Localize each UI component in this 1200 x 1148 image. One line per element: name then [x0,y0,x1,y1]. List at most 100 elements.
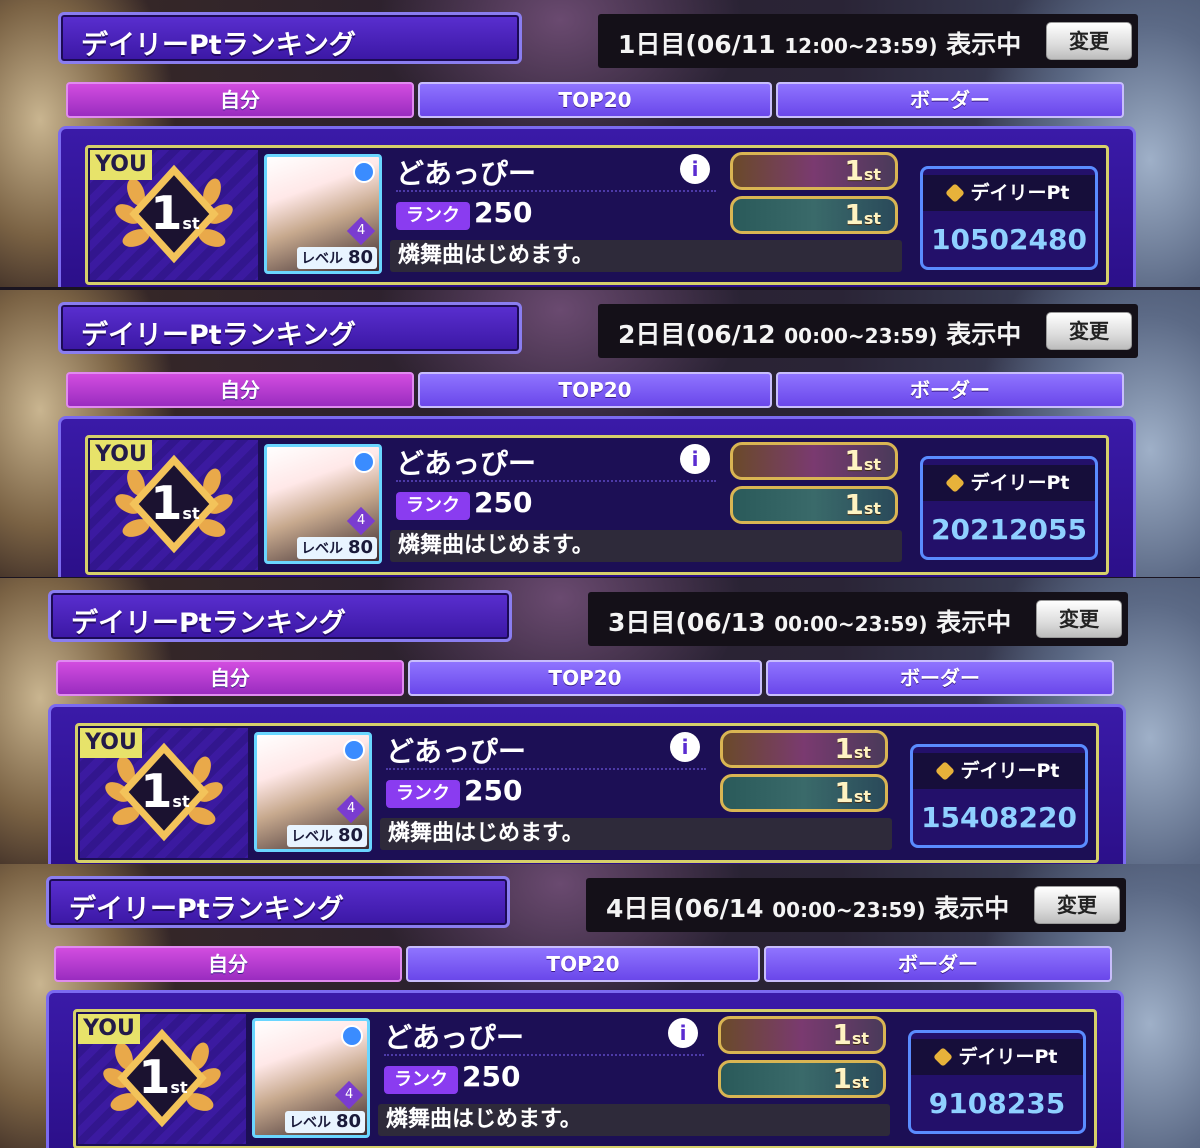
player-comment: 燐舞曲はじめます。 [390,240,902,272]
tab-top20[interactable]: TOP20 [418,372,772,408]
player-avatar[interactable]: 4 レベル 80 [264,154,382,274]
daily-pt-value: 9108235 [928,1087,1066,1120]
coin-icon [935,761,956,781]
star-rank-icon: 4 [336,794,366,824]
you-tag: YOU [78,1014,140,1044]
you-tag: YOU [80,728,142,758]
rank-value: 250 [474,196,533,229]
level-tag: レベル 80 [285,1111,365,1133]
change-button[interactable]: 変更 [1036,600,1122,638]
day-period: 3日目(06/13 00:00~23:59) 表示中 [608,603,1011,639]
ranking-screen-2: デイリーPtランキング 2日目(06/12 00:00~23:59) 表示中 変… [0,290,1200,577]
coin-icon [933,1047,954,1067]
daily-pt-value: 15408220 [921,801,1077,834]
daily-pt-box: デイリーPt 20212055 [920,456,1098,560]
tab-self[interactable]: 自分 [66,372,414,408]
title-badge-2[interactable]: 1st [718,1060,886,1098]
day-time: 00:00~23:59) [784,324,938,348]
day-selector: 4日目(06/14 00:00~23:59) 表示中 変更 [586,878,1126,932]
change-button[interactable]: 変更 [1046,312,1132,350]
ranking-screen-4: デイリーPtランキング 4日目(06/14 00:00~23:59) 表示中 変… [0,864,1200,1148]
panel-title: デイリーPtランキング [81,320,356,351]
title-badge-1[interactable]: 1st [718,1016,886,1054]
rank-number: 1 [140,764,173,818]
tab-border[interactable]: ボーダー [766,660,1114,696]
rank-suffix: st [172,792,190,811]
info-icon[interactable]: i [680,154,710,184]
player-avatar[interactable]: 4 レベル 80 [254,732,372,852]
day-date: (06/12 [685,320,776,349]
divider [384,1054,704,1056]
tab-border[interactable]: ボーダー [776,372,1124,408]
info-icon[interactable]: i [670,732,700,762]
day-status: 表示中 [946,30,1022,59]
day-selector: 3日目(06/13 00:00~23:59) 表示中 変更 [588,592,1128,646]
daily-pt-label: デイリーPt [923,175,1095,211]
change-button[interactable]: 変更 [1046,22,1132,60]
daily-pt-box: デイリーPt 9108235 [908,1030,1086,1134]
player-rank-card[interactable]: 1st YOU 4 レベル 80 どあっぴー i ランク 250 燐舞曲はじめま… [85,435,1109,575]
day-period: 4日目(06/14 00:00~23:59) 表示中 [606,889,1009,925]
ranking-panel: 1st YOU 4 レベル 80 どあっぴー i ランク 250 燐舞曲はじめま… [46,990,1124,1148]
player-comment: 燐舞曲はじめます。 [380,818,892,850]
info-icon[interactable]: i [680,444,710,474]
ranking-tabs: 自分 TOP20 ボーダー [66,372,1126,410]
rank-suffix: st [182,504,200,523]
ranking-panel: 1st YOU 4 レベル 80 どあっぴー i ランク 250 燐舞曲はじめま… [58,126,1136,287]
title-badge-1[interactable]: 1st [730,442,898,480]
rank-value: 250 [462,1060,521,1093]
day-date: (06/13 [675,608,766,637]
tab-top20[interactable]: TOP20 [418,82,772,118]
daily-pt-value: 10502480 [931,223,1087,256]
you-tag: YOU [90,150,152,180]
change-button[interactable]: 変更 [1034,886,1120,924]
title-badge-2[interactable]: 1st [730,196,898,234]
rank-number: 1 [150,476,183,530]
rank-badge: 1st YOU [80,728,248,858]
you-tag: YOU [90,440,152,470]
player-name: どあっぴー [386,735,527,768]
tab-border[interactable]: ボーダー [776,82,1124,118]
attribute-icon [353,161,375,183]
tab-top20[interactable]: TOP20 [408,660,762,696]
day-date: (06/11 [685,30,776,59]
tab-self[interactable]: 自分 [54,946,402,982]
title-badge-2[interactable]: 1st [720,774,888,812]
player-rank-card[interactable]: 1st YOU 4 レベル 80 どあっぴー i ランク 250 燐舞曲はじめま… [73,1009,1097,1148]
day-period: 2日目(06/12 00:00~23:59) 表示中 [618,315,1021,351]
player-avatar[interactable]: 4 レベル 80 [252,1018,370,1138]
daily-pt-label: デイリーPt [913,753,1085,789]
tab-self[interactable]: 自分 [56,660,404,696]
ranking-screen-3: デイリーPtランキング 3日目(06/13 00:00~23:59) 表示中 変… [0,578,1200,865]
tab-border[interactable]: ボーダー [764,946,1112,982]
daily-pt-value: 20212055 [931,513,1087,546]
star-rank-icon: 4 [346,506,376,536]
panel-title-box: デイリーPtランキング [46,876,510,928]
daily-pt-box: デイリーPt 10502480 [920,166,1098,270]
rank-badge: 1st YOU [90,440,258,570]
rank-suffix: st [170,1078,188,1097]
rank-label: ランク [384,1066,458,1094]
rank-badge: 1st YOU [78,1014,246,1144]
attribute-icon [341,1025,363,1047]
title-badge-1[interactable]: 1st [730,152,898,190]
player-rank-card[interactable]: 1st YOU 4 レベル 80 どあっぴー i ランク 250 燐舞曲はじめま… [85,145,1109,285]
divider [396,480,716,482]
info-icon[interactable]: i [668,1018,698,1048]
tab-top20[interactable]: TOP20 [406,946,760,982]
coin-icon [945,183,966,203]
player-avatar[interactable]: 4 レベル 80 [264,444,382,564]
star-rank-icon: 4 [334,1080,364,1110]
panel-title: デイリーPtランキング [71,608,346,639]
day-status: 表示中 [934,894,1010,923]
rank-label: ランク [396,202,470,230]
level-tag: レベル 80 [297,247,377,269]
daily-pt-label: デイリーPt [911,1039,1083,1075]
title-badge-1[interactable]: 1st [720,730,888,768]
title-badge-2[interactable]: 1st [730,486,898,524]
tab-self[interactable]: 自分 [66,82,414,118]
player-name: どあっぴー [396,157,537,190]
player-rank-card[interactable]: 1st YOU 4 レベル 80 どあっぴー i ランク 250 燐舞曲はじめま… [75,723,1099,863]
rank-badge: 1st YOU [90,150,258,280]
day-date: (06/14 [673,894,764,923]
